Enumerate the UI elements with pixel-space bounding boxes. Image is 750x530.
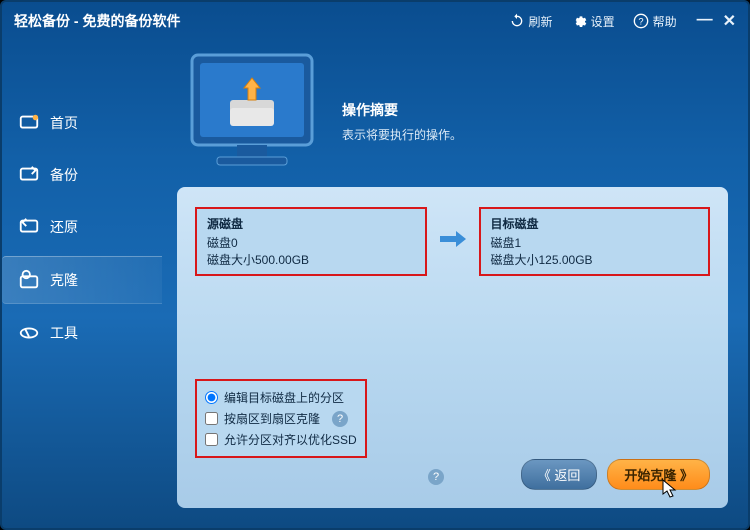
- clone-icon: [18, 269, 40, 291]
- backup-icon: [18, 164, 40, 186]
- source-title: 源磁盘: [207, 215, 415, 232]
- start-clone-button[interactable]: 开始克隆 》: [607, 459, 710, 490]
- source-name: 磁盘0: [207, 234, 415, 251]
- close-button[interactable]: ✕: [723, 11, 736, 31]
- refresh-icon: [509, 13, 525, 29]
- home-icon: [18, 112, 40, 134]
- restore-icon: [18, 216, 40, 238]
- svg-text:?: ?: [638, 16, 643, 26]
- sidebar-item-home[interactable]: 首页: [2, 100, 162, 146]
- option-sector-clone[interactable]: 按扇区到扇区克隆 ?: [205, 408, 357, 429]
- back-button[interactable]: 《 返回: [521, 459, 598, 490]
- target-size: 磁盘大小125.00GB: [491, 251, 699, 268]
- help-label: 帮助: [653, 13, 677, 30]
- sidebar-item-tools[interactable]: 工具: [2, 310, 162, 356]
- window-controls: — ✕: [697, 11, 736, 31]
- minimize-button[interactable]: —: [697, 11, 713, 31]
- app-window: 轻松备份 - 免费的备份软件 刷新 设置 ? 帮助 — ✕ 首页: [0, 0, 750, 530]
- help-icon: ?: [633, 13, 649, 29]
- titlebar: 轻松备份 - 免费的备份软件 刷新 设置 ? 帮助 — ✕: [2, 2, 748, 40]
- sidebar-item-restore[interactable]: 还原: [2, 204, 162, 250]
- source-disk-box[interactable]: 源磁盘 磁盘0 磁盘大小500.00GB: [195, 207, 427, 276]
- body: 首页 备份 还原 克隆 工具: [2, 40, 748, 528]
- tools-icon: [18, 322, 40, 344]
- arrow-icon: [435, 229, 471, 254]
- app-title: 轻松备份 - 免费的备份软件: [14, 11, 509, 31]
- bottom-buttons: 《 返回 开始克隆 》: [521, 459, 710, 490]
- cursor-icon: [662, 479, 678, 504]
- options-box: 编辑目标磁盘上的分区 按扇区到扇区克隆 ? 允许分区对齐以优化SSD: [195, 379, 367, 458]
- option-edit-partitions[interactable]: 编辑目标磁盘上的分区: [205, 387, 357, 408]
- sidebar-label: 还原: [50, 217, 78, 237]
- ssd-align-help-icon[interactable]: ?: [428, 469, 444, 485]
- sidebar-item-clone[interactable]: 克隆: [2, 256, 162, 304]
- refresh-label: 刷新: [529, 13, 553, 30]
- sidebar-item-backup[interactable]: 备份: [2, 152, 162, 198]
- help-button[interactable]: ? 帮助: [633, 13, 677, 30]
- sidebar-label: 克隆: [50, 270, 78, 290]
- disk-row: 源磁盘 磁盘0 磁盘大小500.00GB 目标磁盘 磁盘1 磁盘大小125.00…: [195, 207, 710, 276]
- summary-title: 操作摘要: [342, 100, 462, 120]
- edit-partitions-label: 编辑目标磁盘上的分区: [224, 389, 344, 406]
- summary-desc: 表示将要执行的操作。: [342, 126, 462, 143]
- sidebar-label: 首页: [50, 113, 78, 133]
- settings-button[interactable]: 设置: [571, 13, 615, 30]
- operation-summary: 操作摘要 表示将要执行的操作。: [342, 100, 462, 143]
- target-name: 磁盘1: [491, 234, 699, 251]
- sidebar-label: 备份: [50, 165, 78, 185]
- target-disk-box[interactable]: 目标磁盘 磁盘1 磁盘大小125.00GB: [479, 207, 711, 276]
- ssd-align-checkbox[interactable]: [205, 433, 218, 446]
- content-panel: 源磁盘 磁盘0 磁盘大小500.00GB 目标磁盘 磁盘1 磁盘大小125.00…: [177, 187, 728, 508]
- edit-partitions-radio[interactable]: [205, 391, 218, 404]
- sidebar-label: 工具: [50, 323, 78, 343]
- refresh-button[interactable]: 刷新: [509, 13, 553, 30]
- monitor-illustration: [182, 50, 322, 180]
- settings-label: 设置: [591, 13, 615, 30]
- main-area: 操作摘要 表示将要执行的操作。 源磁盘 磁盘0 磁盘大小500.00GB 目标磁…: [162, 40, 748, 528]
- target-title: 目标磁盘: [491, 215, 699, 232]
- ssd-align-label: 允许分区对齐以优化SSD: [224, 431, 357, 448]
- sector-clone-help-icon[interactable]: ?: [332, 411, 348, 427]
- sector-clone-checkbox[interactable]: [205, 412, 218, 425]
- gear-icon: [571, 13, 587, 29]
- option-ssd-align[interactable]: 允许分区对齐以优化SSD: [205, 429, 357, 450]
- top-actions: 刷新 设置 ? 帮助: [509, 13, 677, 30]
- sector-clone-label: 按扇区到扇区克隆: [224, 410, 320, 427]
- sidebar: 首页 备份 还原 克隆 工具: [2, 40, 162, 528]
- source-size: 磁盘大小500.00GB: [207, 251, 415, 268]
